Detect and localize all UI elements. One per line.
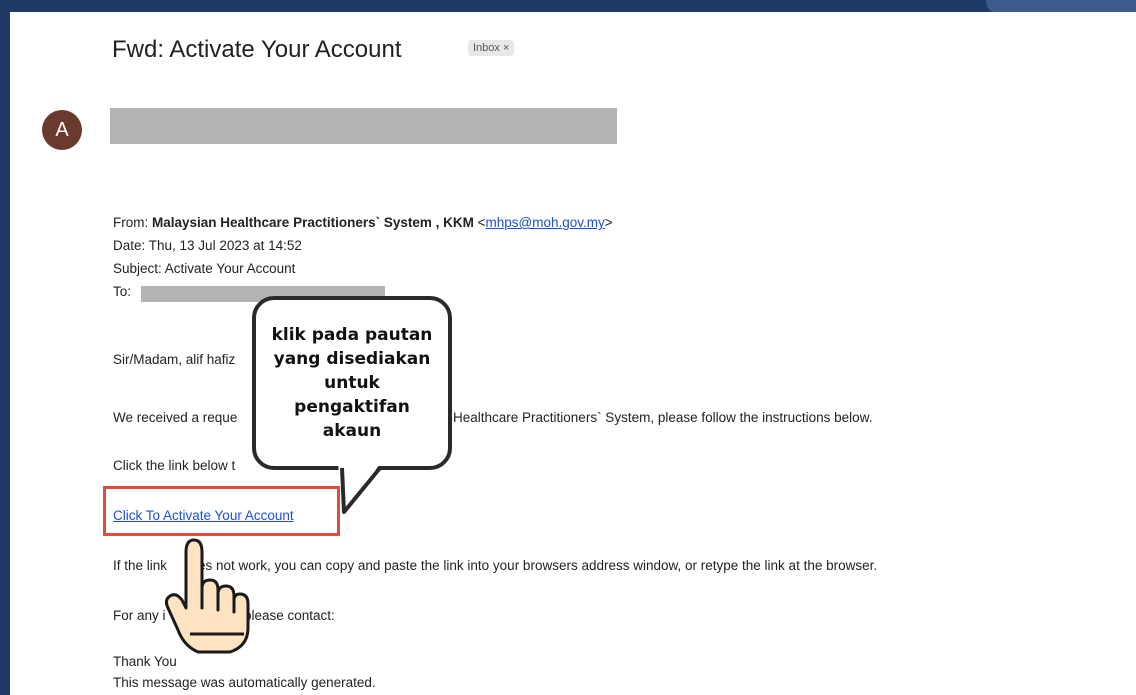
callout-bubble: klik pada pautan yang disediakan untuk p… bbox=[252, 296, 452, 470]
to-prefix: To: bbox=[113, 284, 132, 299]
from-name: Malaysian Healthcare Practitioners` Syst… bbox=[152, 215, 474, 230]
activate-account-link[interactable]: Click To Activate Your Account bbox=[113, 508, 294, 523]
callout-text: klik pada pautan yang disediakan untuk p… bbox=[271, 325, 433, 441]
subject-line: Subject: Activate Your Account bbox=[113, 261, 296, 276]
click-below-line: Click the link below t bbox=[113, 458, 236, 473]
inbox-label-chip[interactable]: Inbox × bbox=[468, 40, 515, 56]
email-subject: Fwd: Activate Your Account bbox=[112, 36, 402, 63]
callout-tail-icon bbox=[338, 464, 382, 514]
redacted-sender bbox=[110, 108, 617, 144]
thanks-line: Thank You bbox=[113, 654, 177, 669]
avatar: A bbox=[42, 110, 82, 150]
date-line: Date: Thu, 13 Jul 2023 at 14:52 bbox=[113, 238, 302, 253]
received-line-tail: Healthcare Practitioners` System, please… bbox=[453, 410, 873, 425]
from-email-link[interactable]: mhps@moh.gov.my bbox=[486, 215, 605, 230]
from-line: From: Malaysian Healthcare Practitioners… bbox=[113, 215, 613, 230]
auto-generated-line: This message was automatically generated… bbox=[113, 675, 376, 690]
top-band bbox=[0, 0, 1136, 10]
greeting-line: Sir/Madam, alif hafiz bbox=[113, 352, 236, 367]
link-fail-line-tail: es not work, you can copy and paste the … bbox=[198, 558, 878, 573]
from-prefix: From: bbox=[113, 215, 152, 230]
pointing-hand-icon bbox=[164, 538, 250, 654]
link-fail-line: If the link bbox=[113, 558, 168, 573]
contact-line-tail: please contact: bbox=[244, 608, 335, 623]
received-line: We received a reque bbox=[113, 410, 238, 425]
contact-line: For any i bbox=[113, 608, 166, 623]
